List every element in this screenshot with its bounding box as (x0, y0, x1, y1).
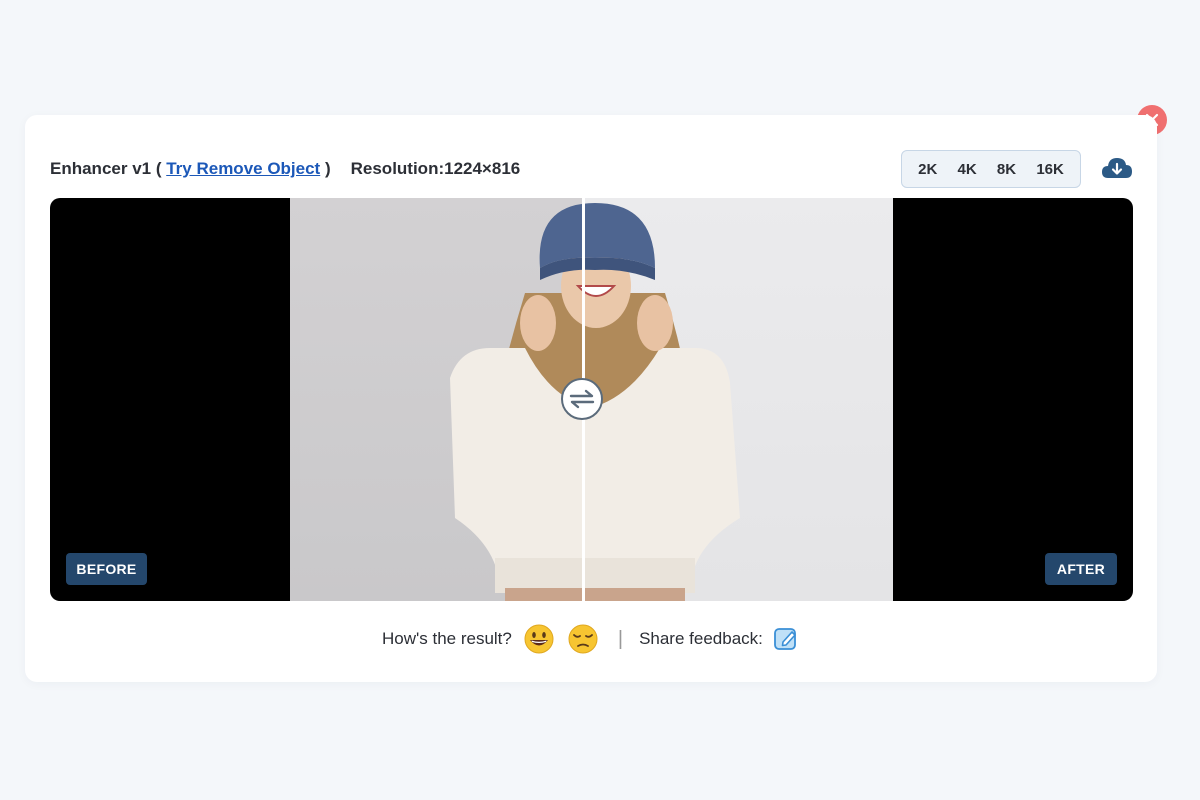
cloud-download-icon (1102, 158, 1132, 178)
after-label: AFTER (1045, 553, 1117, 585)
resolution-info: Resolution:1224×816 (350, 159, 521, 178)
title-prefix: Enhancer v1 ( (50, 159, 167, 178)
feedback-bar: How's the result? | Share feedback: (382, 622, 799, 656)
modal-header: Enhancer v1 ( Try Remove Object ) Resolu… (50, 150, 1135, 188)
sad-button[interactable] (566, 622, 600, 656)
compare-viewer[interactable]: BEFORE AFTER (50, 198, 1133, 601)
edit-note-icon (773, 628, 796, 650)
pensive-face-icon (568, 624, 598, 654)
share-feedback-button[interactable] (773, 626, 799, 652)
share-feedback-label: Share feedback: (639, 629, 763, 648)
feedback-question: How's the result? (382, 629, 512, 648)
enhancer-title: Enhancer v1 ( Try Remove Object ) (50, 159, 331, 179)
compare-handle[interactable] (561, 378, 603, 420)
res-8k-button[interactable]: 8K (993, 157, 1020, 182)
happy-button[interactable] (522, 622, 556, 656)
res-4k-button[interactable]: 4K (954, 157, 981, 182)
before-label: BEFORE (66, 553, 147, 585)
feedback-separator: | (617, 627, 624, 650)
grinning-face-icon (524, 624, 554, 654)
res-16k-button[interactable]: 16K (1032, 157, 1068, 182)
title-suffix: ) (320, 159, 331, 178)
download-button[interactable] (1100, 154, 1134, 184)
try-remove-object-link[interactable]: Try Remove Object (166, 159, 320, 178)
swap-arrows-icon (569, 389, 595, 409)
resolution-selector: 2K 4K 8K 16K (901, 150, 1081, 188)
res-2k-button[interactable]: 2K (914, 157, 941, 182)
